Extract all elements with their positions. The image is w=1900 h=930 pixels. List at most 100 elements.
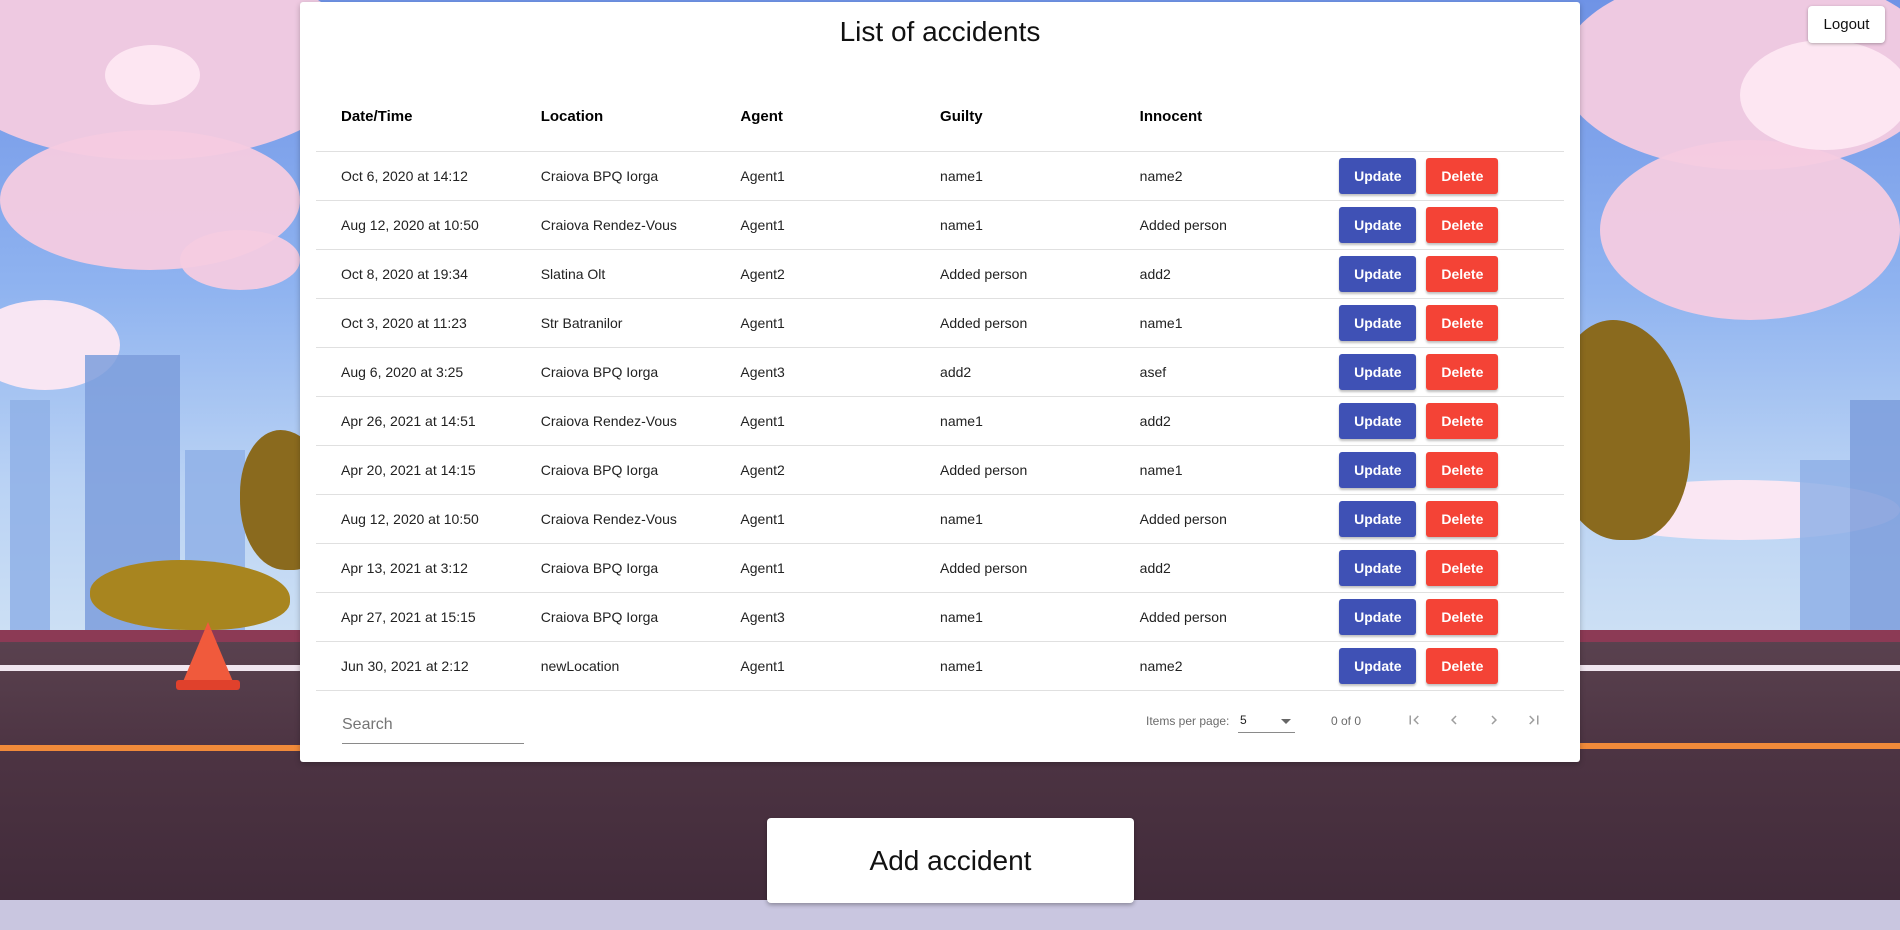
update-button[interactable]: Update [1339, 550, 1417, 586]
search-input[interactable] [342, 707, 524, 744]
next-page-icon [1491, 715, 1497, 725]
accidents-card: List of accidents Date/Time Location Age… [300, 2, 1580, 762]
delete-button[interactable]: Delete [1426, 550, 1499, 586]
cell-location: Slatina Olt [515, 249, 716, 299]
next-page-button[interactable] [1478, 704, 1510, 736]
update-button[interactable]: Update [1339, 599, 1417, 635]
cell-location: Craiova Rendez-Vous [515, 396, 716, 446]
column-header-agent[interactable]: Agent [715, 82, 916, 152]
cell-datetime: Oct 3, 2020 at 11:23 [316, 298, 516, 348]
cloud [1740, 40, 1900, 150]
update-button[interactable]: Update [1339, 452, 1417, 488]
previous-page-button[interactable] [1438, 704, 1470, 736]
cell-agent: Agent1 [715, 641, 916, 691]
cell-guilty: name1 [915, 641, 1115, 691]
first-page-button[interactable] [1398, 704, 1430, 736]
update-button[interactable]: Update [1339, 305, 1417, 341]
last-page-button[interactable] [1518, 704, 1550, 736]
page-title: List of accidents [839, 16, 1041, 47]
cell-guilty: add2 [915, 347, 1115, 397]
cell-location: Craiova Rendez-Vous [515, 200, 716, 250]
cloud [180, 230, 300, 290]
delete-button[interactable]: Delete [1426, 403, 1499, 439]
cell-datetime: Oct 8, 2020 at 19:34 [316, 249, 516, 299]
cloud [1600, 140, 1900, 320]
cell-location: Craiova BPQ Iorga [515, 445, 716, 495]
cell-guilty: Added person [915, 543, 1115, 593]
traffic-cone [182, 622, 234, 684]
cell-innocent: Added person [1114, 592, 1315, 642]
delete-button[interactable]: Delete [1426, 354, 1499, 390]
cell-location: Craiova Rendez-Vous [515, 494, 716, 544]
table-row: Jun 30, 2021 at 2:12 newLocation Agent1 nam… [316, 641, 1564, 691]
delete-button[interactable]: Delete [1426, 305, 1499, 341]
building [1800, 460, 1850, 640]
column-header-innocent[interactable]: Innocent [1114, 82, 1315, 152]
column-header-guilty[interactable]: Guilty [915, 82, 1115, 152]
table-row: Apr 13, 2021 at 3:12 Craiova BPQ Iorga Age… [316, 543, 1564, 593]
cell-actions: Update Delete [1314, 347, 1564, 397]
cell-agent: Agent2 [715, 445, 916, 495]
cell-innocent: Added person [1114, 494, 1315, 544]
cell-datetime: Apr 26, 2021 at 14:51 [316, 396, 516, 446]
delete-button[interactable]: Delete [1426, 501, 1499, 537]
cell-datetime: Jun 30, 2021 at 2:12 [316, 641, 516, 691]
cell-agent: Agent1 [715, 494, 916, 544]
cell-guilty: name1 [915, 396, 1115, 446]
table-row: Oct 3, 2020 at 11:23 Str Batranilor Agent1… [316, 298, 1564, 348]
delete-button[interactable]: Delete [1426, 158, 1499, 194]
cell-location: Craiova BPQ Iorga [515, 543, 716, 593]
delete-button[interactable]: Delete [1426, 599, 1499, 635]
cell-guilty: name1 [915, 494, 1115, 544]
update-button[interactable]: Update [1339, 256, 1417, 292]
cell-actions: Update Delete [1314, 641, 1564, 691]
cell-datetime: Aug 12, 2020 at 10:50 [316, 200, 516, 250]
cell-datetime: Apr 27, 2021 at 15:15 [316, 592, 516, 642]
cell-agent: Agent3 [715, 347, 916, 397]
cell-datetime: Apr 20, 2021 at 14:15 [316, 445, 516, 495]
road-stripe [1580, 743, 1900, 749]
delete-button[interactable]: Delete [1426, 256, 1499, 292]
update-button[interactable]: Update [1339, 403, 1417, 439]
cell-innocent: name2 [1114, 151, 1315, 201]
table-row: Oct 6, 2020 at 14:12 Craiova BPQ Iorga Age… [316, 151, 1564, 201]
update-button[interactable]: Update [1339, 648, 1417, 684]
update-button[interactable]: Update [1339, 354, 1417, 390]
chevron-down-icon [1281, 719, 1291, 724]
update-button[interactable]: Update [1339, 158, 1417, 194]
update-button[interactable]: Update [1339, 207, 1417, 243]
road-stripe [1580, 665, 1900, 671]
delete-button[interactable]: Delete [1426, 452, 1499, 488]
cell-actions: Update Delete [1314, 445, 1564, 495]
add-accident-button[interactable]: Add accident [767, 818, 1134, 903]
delete-button[interactable]: Delete [1426, 648, 1499, 684]
items-per-page-value: 5 [1240, 713, 1247, 727]
cell-innocent: name1 [1114, 445, 1315, 495]
cell-location: Str Batranilor [515, 298, 716, 348]
road-edge [0, 900, 1900, 930]
cell-datetime: Oct 6, 2020 at 14:12 [316, 151, 516, 201]
cell-guilty: name1 [915, 592, 1115, 642]
cell-innocent: add2 [1114, 249, 1315, 299]
cell-datetime: Apr 13, 2021 at 3:12 [316, 543, 516, 593]
cloud [105, 45, 200, 105]
delete-button[interactable]: Delete [1426, 207, 1499, 243]
cell-agent: Agent1 [715, 543, 916, 593]
cell-agent: Agent1 [715, 298, 916, 348]
items-per-page-select[interactable]: 5 [1238, 710, 1295, 733]
items-per-page-label: Items per page: [1146, 714, 1230, 728]
column-header-actions [1314, 82, 1564, 152]
previous-page-icon [1451, 715, 1457, 725]
road-stripe [0, 665, 300, 671]
logout-button[interactable]: Logout [1808, 6, 1885, 43]
cell-datetime: Aug 12, 2020 at 10:50 [316, 494, 516, 544]
traffic-cone [176, 680, 240, 690]
cell-actions: Update Delete [1314, 543, 1564, 593]
cell-location: Craiova BPQ Iorga [515, 592, 716, 642]
cell-actions: Update Delete [1314, 151, 1564, 201]
column-header-location[interactable]: Location [515, 82, 716, 152]
column-header-datetime[interactable]: Date/Time [316, 82, 516, 152]
update-button[interactable]: Update [1339, 501, 1417, 537]
cell-agent: Agent1 [715, 200, 916, 250]
cell-actions: Update Delete [1314, 200, 1564, 250]
